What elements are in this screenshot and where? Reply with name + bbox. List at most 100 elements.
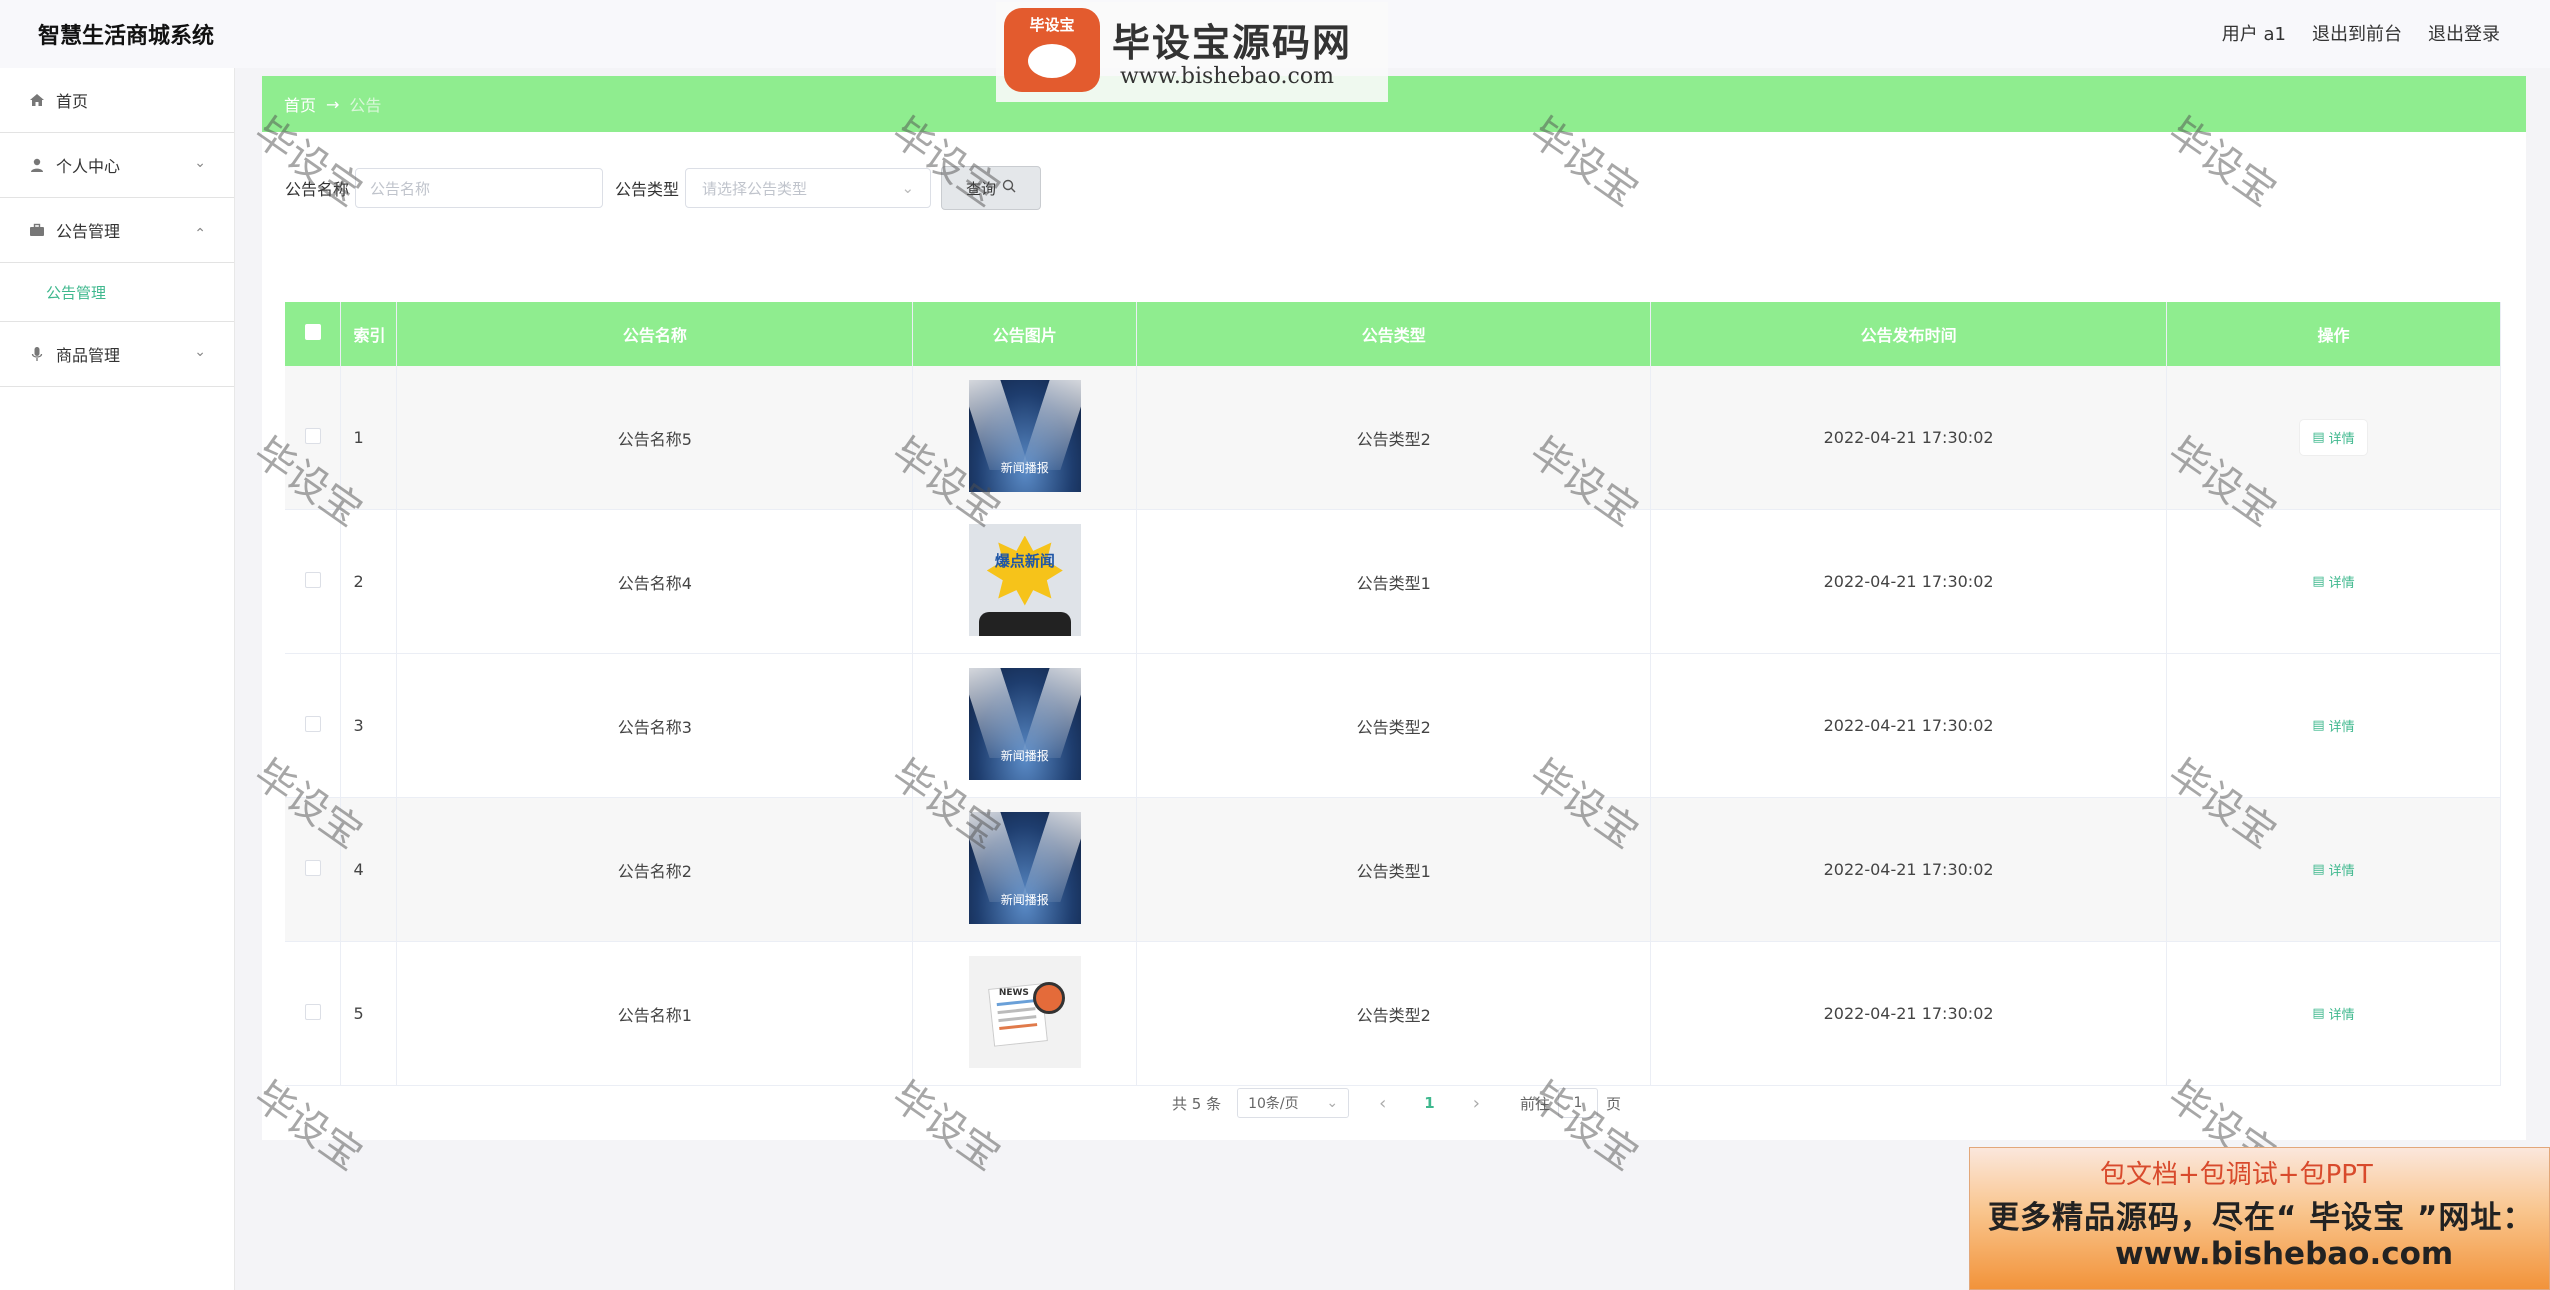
chevron-down-icon: ⌄ xyxy=(1326,1095,1339,1111)
search-bar: 公告名称 公告名称 公告类型 请选择公告类型 ⌄ 查询 xyxy=(285,166,1042,210)
table-row: 2 公告名称4 爆点新闻 公告类型1 2022-04-21 17:30:02 ▤… xyxy=(285,509,2501,654)
sidebar-subitem-notice-management[interactable]: 公告管理 xyxy=(0,263,234,322)
detail-button-label: 详情 xyxy=(2328,864,2355,879)
document-icon: ▤ xyxy=(2312,574,2325,589)
notice-type-placeholder: 请选择公告类型 xyxy=(702,179,808,198)
document-icon: ▤ xyxy=(2312,718,2325,733)
sidebar-item-home[interactable]: 首页 xyxy=(0,68,234,133)
row-name: 公告名称1 xyxy=(396,941,914,1086)
detail-button[interactable]: ▤ 详情 xyxy=(2300,708,2366,743)
row-checkbox[interactable] xyxy=(285,653,342,798)
detail-button-label: 详情 xyxy=(2328,432,2355,447)
sidebar-item-label: 公告管理 xyxy=(56,222,121,241)
row-image-cell: 新闻播报 xyxy=(912,366,1138,510)
row-image-cell: 爆点新闻 xyxy=(912,509,1138,654)
row-index: 3 xyxy=(340,653,398,798)
briefcase-icon xyxy=(28,221,46,239)
chevron-down-icon: ⌄ xyxy=(194,155,206,171)
row-actions: ▤ 详情 xyxy=(2166,509,2501,654)
notice-image[interactable]: 新闻播报 xyxy=(968,811,1081,924)
pagination: 共 5 条 10条/页 ⌄ ‹ 1 › 前往 1 页 xyxy=(1172,1088,1621,1118)
promo-line-2: 更多精品源码，尽在“ 毕设宝 ”网址： xyxy=(1988,1200,2535,1236)
row-index: 1 xyxy=(340,366,398,510)
row-name: 公告名称3 xyxy=(396,653,914,798)
notice-image[interactable]: 新闻播报 xyxy=(968,379,1081,492)
row-index: 4 xyxy=(340,797,398,942)
table-row: 1 公告名称5 新闻播报 公告类型2 2022-04-21 17:30:02 ▤… xyxy=(285,366,2501,510)
breadcrumb-arrow: → xyxy=(326,94,340,114)
row-image-cell: 新闻播报 xyxy=(912,653,1138,798)
sidebar-item-product-management[interactable]: 商品管理 ⌄ xyxy=(0,322,234,387)
sidebar: 首页 个人中心 ⌄ 公告管理 ⌃ 公告管理 商品管理 ⌄ xyxy=(0,68,235,1290)
detail-button[interactable]: ▤ 详情 xyxy=(2300,420,2367,455)
next-page-icon[interactable]: › xyxy=(1473,1093,1480,1114)
detail-button[interactable]: ▤ 详情 xyxy=(2300,852,2366,887)
row-actions: ▤ 详情 xyxy=(2166,653,2501,798)
notice-image-text: 爆点新闻 xyxy=(994,551,1055,570)
row-name: 公告名称5 xyxy=(396,366,914,510)
page-size-value: 10条/页 xyxy=(1248,1096,1299,1112)
query-button[interactable]: 查询 xyxy=(941,166,1042,210)
site-logo-watermark: 毕设宝 毕设宝源码网 www.bishebao.com xyxy=(996,2,1388,102)
home-icon xyxy=(28,91,46,109)
prev-page-icon[interactable]: ‹ xyxy=(1379,1093,1386,1114)
current-user-label[interactable]: 用户 a1 xyxy=(2222,20,2286,46)
sidebar-item-personal-center[interactable]: 个人中心 ⌄ xyxy=(0,133,234,198)
select-all-checkbox[interactable] xyxy=(285,302,342,366)
notice-name-label: 公告名称 xyxy=(285,180,350,199)
exit-to-front-link[interactable]: 退出到前台 xyxy=(2312,20,2402,46)
table-row: 3 公告名称3 新闻播报 公告类型2 2022-04-21 17:30:02 ▤… xyxy=(285,653,2501,798)
goto-page-input[interactable]: 1 xyxy=(1557,1088,1598,1118)
detail-button[interactable]: ▤ 详情 xyxy=(2300,564,2366,599)
column-header-time[interactable]: 公告发布时间 xyxy=(1650,302,2168,366)
detail-button-label: 详情 xyxy=(2328,720,2355,735)
row-actions: ▤ 详情 xyxy=(2166,797,2501,942)
breadcrumb-home[interactable]: 首页 xyxy=(284,92,316,116)
row-image-cell: NEWS xyxy=(912,941,1138,1086)
row-checkbox[interactable] xyxy=(285,797,342,942)
row-type: 公告类型1 xyxy=(1136,509,1652,654)
detail-button[interactable]: ▤ 详情 xyxy=(2300,996,2366,1031)
column-header-name[interactable]: 公告名称 xyxy=(396,302,914,366)
chevron-up-icon: ⌃ xyxy=(194,226,206,242)
page-number-current[interactable]: 1 xyxy=(1424,1094,1434,1112)
notice-image[interactable]: NEWS xyxy=(968,955,1081,1068)
column-header-image[interactable]: 公告图片 xyxy=(912,302,1138,366)
logout-link[interactable]: 退出登录 xyxy=(2428,20,2500,46)
microphone-icon xyxy=(28,345,46,363)
row-time: 2022-04-21 17:30:02 xyxy=(1650,509,2168,654)
row-time: 2022-04-21 17:30:02 xyxy=(1650,653,2168,798)
row-actions: ▤ 详情 xyxy=(2166,941,2501,1086)
notice-image[interactable]: 爆点新闻 xyxy=(968,523,1081,636)
row-checkbox[interactable] xyxy=(285,509,342,654)
search-icon xyxy=(1002,179,1016,197)
notice-image-text: NEWS xyxy=(998,987,1029,998)
app-title: 智慧生活商城系统 xyxy=(38,24,215,49)
row-type: 公告类型2 xyxy=(1136,653,1652,798)
goto-prefix: 前往 xyxy=(1519,1094,1550,1113)
row-index: 2 xyxy=(340,509,398,654)
column-header-actions: 操作 xyxy=(2166,302,2501,366)
logo-url: www.bishebao.com xyxy=(1120,64,1334,89)
page-size-select[interactable]: 10条/页 ⌄ xyxy=(1237,1088,1350,1118)
notice-image[interactable]: 新闻播报 xyxy=(968,667,1081,780)
row-image-cell: 新闻播报 xyxy=(912,797,1138,942)
row-checkbox[interactable] xyxy=(285,366,342,510)
sidebar-item-notice-management[interactable]: 公告管理 ⌃ xyxy=(0,198,234,263)
promo-line-1: 包文档+包调试+包PPT xyxy=(2100,1160,2373,1190)
notice-table: 索引 公告名称 公告图片 公告类型 公告发布时间 操作 1 公告名称5 新闻播报… xyxy=(285,302,2501,1086)
row-checkbox[interactable] xyxy=(285,941,342,1086)
column-header-type[interactable]: 公告类型 xyxy=(1136,302,1652,366)
notice-name-input[interactable]: 公告名称 xyxy=(355,168,604,208)
column-header-index: 索引 xyxy=(340,302,398,366)
row-type: 公告类型1 xyxy=(1136,797,1652,942)
logo-brand: 毕设宝源码网 xyxy=(1112,21,1353,65)
promo-banner: 包文档+包调试+包PPT 更多精品源码，尽在“ 毕设宝 ”网址： www.bis… xyxy=(1969,1147,2550,1290)
sidebar-item-label: 商品管理 xyxy=(56,346,121,365)
document-icon: ▤ xyxy=(2312,1006,2325,1021)
notice-image-text: 新闻播报 xyxy=(1000,892,1049,907)
pagination-total: 共 5 条 xyxy=(1172,1094,1222,1113)
logo-badge-text: 毕设宝 xyxy=(1029,16,1075,34)
notice-type-select[interactable]: 请选择公告类型 ⌄ xyxy=(685,168,932,208)
sidebar-item-label: 个人中心 xyxy=(56,157,121,176)
